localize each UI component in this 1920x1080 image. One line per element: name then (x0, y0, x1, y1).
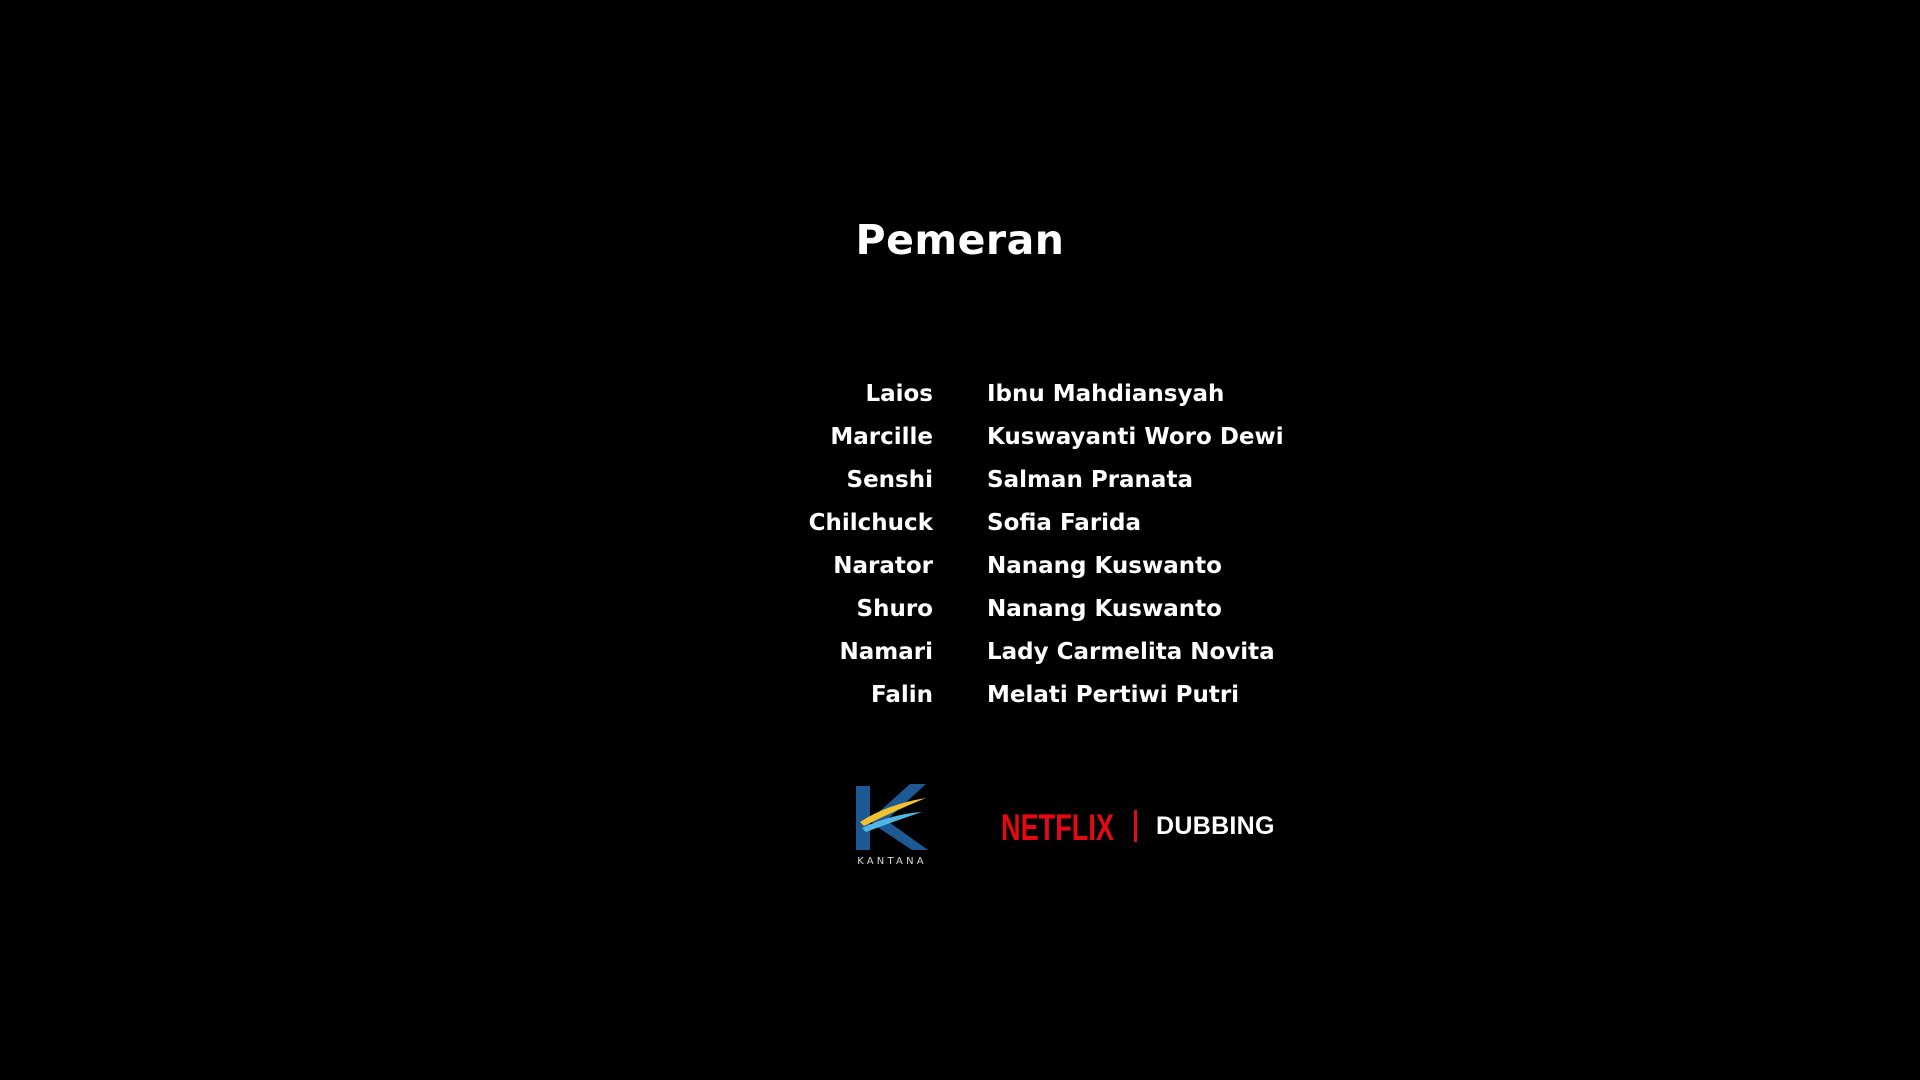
cast-role: Chilchuck (808, 510, 933, 536)
dubbing-label: DUBBING (1156, 812, 1275, 840)
cast-row: Marcille Kuswayanti Woro Dewi (0, 416, 1920, 459)
cast-row: Chilchuck Sofia Farida (0, 502, 1920, 545)
cast-actor: Ibnu Mahdiansyah (987, 381, 1225, 407)
cast-actor: Melati Pertiwi Putri (987, 682, 1240, 708)
section-title: Pemeran (855, 216, 1065, 264)
netflix-logo-icon: NETFLIX (1001, 807, 1114, 848)
cast-row: Shuro Nanang Kuswanto (0, 588, 1920, 631)
cast-role: Laios (865, 381, 933, 407)
cast-row: Namari Lady Carmelita Novita (0, 631, 1920, 674)
kantana-logo-icon: KANTANA (852, 782, 932, 868)
cast-role: Shuro (856, 596, 933, 622)
cast-actor: Kuswayanti Woro Dewi (987, 424, 1284, 450)
cast-actor: Sofia Farida (987, 510, 1142, 536)
kantana-k-mark (856, 784, 928, 850)
kantana-wordmark: KANTANA (857, 856, 927, 867)
cast-actor: Nanang Kuswanto (987, 596, 1222, 622)
netflix-wordmark: NETFLIX (1001, 807, 1114, 848)
cast-actor: Salman Pranata (987, 467, 1193, 493)
cast-role: Marcille (830, 424, 933, 450)
cast-role: Falin (870, 682, 933, 708)
cast-list: Laios Ibnu Mahdiansyah Marcille Kuswayan… (0, 373, 1920, 717)
cast-actor: Lady Carmelita Novita (987, 639, 1275, 665)
logo-divider (1134, 810, 1137, 842)
cast-row: Senshi Salman Pranata (0, 459, 1920, 502)
cast-row: Narator Nanang Kuswanto (0, 545, 1920, 588)
cast-role: Namari (839, 639, 933, 665)
credits-screen: Pemeran Laios Ibnu Mahdiansyah Marcille … (0, 0, 1920, 1080)
cast-role: Narator (833, 553, 933, 579)
cast-row: Falin Melati Pertiwi Putri (0, 674, 1920, 717)
cast-actor: Nanang Kuswanto (987, 553, 1222, 579)
cast-row: Laios Ibnu Mahdiansyah (0, 373, 1920, 416)
cast-role: Senshi (846, 467, 934, 493)
